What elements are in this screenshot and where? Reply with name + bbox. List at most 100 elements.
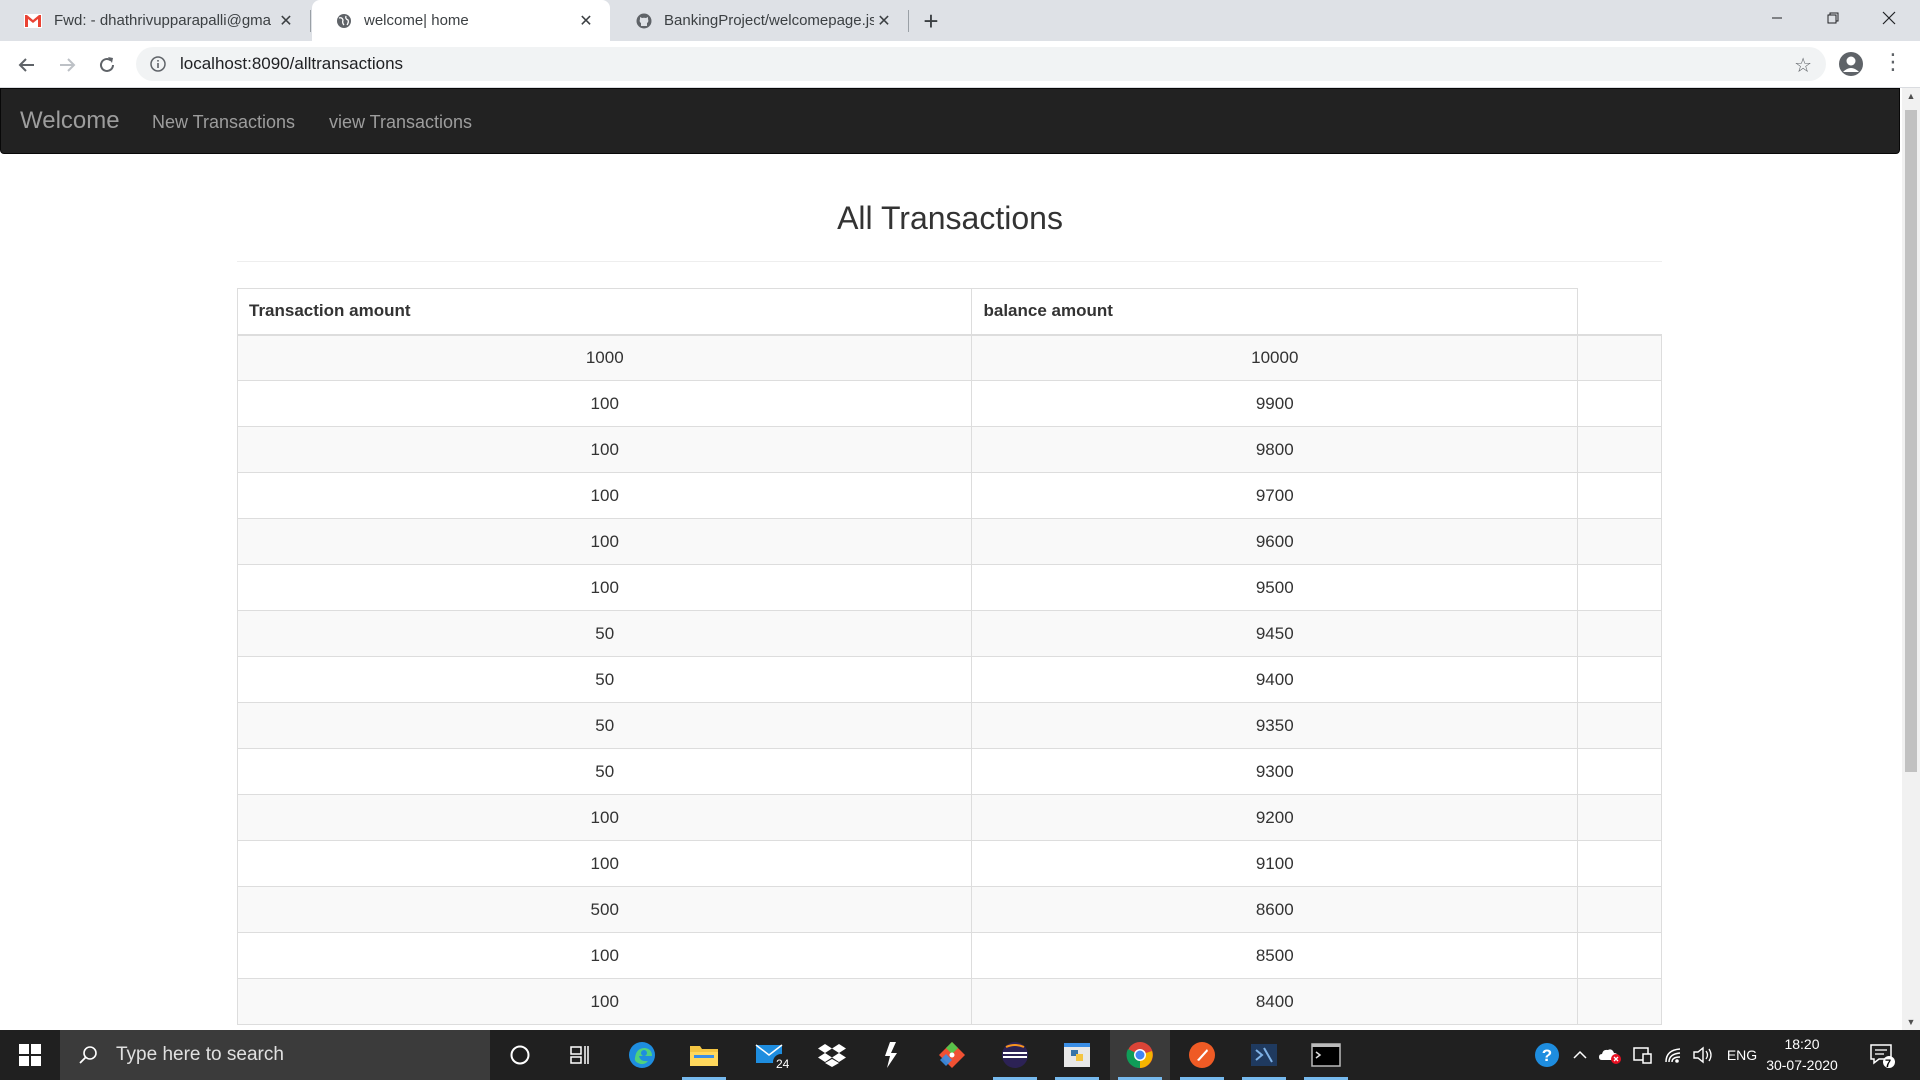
chevron-up-icon — [1573, 1050, 1587, 1059]
taskbar-clock[interactable]: 18:20 30-07-2020 — [1766, 1034, 1838, 1076]
edge-icon — [629, 1042, 655, 1068]
address-bar[interactable]: localhost:8090/alltransactions ☆ — [136, 47, 1826, 81]
close-window-button[interactable] — [1861, 0, 1917, 36]
taskbar-python[interactable] — [1047, 1030, 1107, 1080]
taskbar-postman[interactable] — [1172, 1030, 1232, 1080]
cell-transaction-amount: 100 — [236, 794, 973, 841]
cell-transaction-amount: 100 — [236, 978, 973, 1025]
cell-empty — [1577, 978, 1662, 1025]
tray-help[interactable]: ? — [1530, 1030, 1564, 1080]
tab-title: Fwd: - dhathrivupparapalli@gma — [54, 12, 271, 29]
taskbar-search-box[interactable]: Type here to search — [60, 1030, 490, 1080]
scrollbar-thumb[interactable] — [1905, 110, 1917, 772]
terminal-icon — [1311, 1043, 1341, 1067]
github-icon — [636, 13, 652, 28]
browser-toolbar: localhost:8090/alltransactions ☆ ⋮ — [0, 41, 1920, 88]
dropbox-icon — [818, 1044, 846, 1067]
windows-taskbar: Type here to search 24 ? ENG 18:20 30-07… — [0, 1030, 1920, 1080]
cell-empty — [1577, 472, 1662, 519]
back-button[interactable] — [11, 49, 43, 81]
reload-button[interactable] — [91, 49, 123, 81]
tray-language[interactable]: ENG — [1722, 1030, 1762, 1080]
cell-empty — [1577, 564, 1662, 611]
taskbar-dropbox[interactable] — [802, 1030, 862, 1080]
taskbar-terminal[interactable] — [1296, 1030, 1356, 1080]
tab-separator — [908, 10, 909, 32]
tray-volume[interactable] — [1688, 1030, 1718, 1080]
taskbar-edge[interactable] — [612, 1030, 672, 1080]
cell-transaction-amount: 100 — [236, 380, 973, 427]
show-hidden-icons-button[interactable] — [1568, 1030, 1592, 1080]
cell-balance-amount: 9500 — [971, 564, 1579, 611]
profile-avatar-icon[interactable] — [1838, 51, 1864, 77]
heading-divider — [237, 261, 1662, 262]
minimize-button[interactable] — [1749, 0, 1805, 36]
taskbar-vscode[interactable] — [1234, 1030, 1294, 1080]
tray-device[interactable] — [1628, 1030, 1656, 1080]
search-placeholder: Type here to search — [116, 1044, 284, 1065]
cell-transaction-amount: 50 — [236, 702, 973, 749]
cell-empty — [1577, 886, 1662, 933]
close-tab-icon[interactable]: ✕ — [276, 11, 296, 31]
cortana-button[interactable] — [490, 1030, 550, 1080]
scroll-down-arrow-icon[interactable]: ▼ — [1902, 1014, 1920, 1030]
tab-welcome-home[interactable]: welcome| home ✕ — [312, 0, 610, 41]
eclipse-icon — [1002, 1042, 1028, 1068]
taskbar-app-bolt[interactable] — [862, 1030, 922, 1080]
tray-wifi[interactable] — [1660, 1030, 1688, 1080]
page-scrollbar[interactable]: ▲ ▼ — [1902, 88, 1920, 1030]
forward-button[interactable] — [51, 49, 83, 81]
tray-onedrive[interactable] — [1596, 1030, 1624, 1080]
close-tab-icon[interactable]: ✕ — [576, 11, 596, 31]
clock-date: 30-07-2020 — [1766, 1057, 1838, 1073]
start-button[interactable] — [0, 1030, 60, 1080]
taskbar-git[interactable] — [922, 1030, 982, 1080]
taskbar-file-explorer[interactable] — [674, 1030, 734, 1080]
column-header-empty — [1577, 288, 1662, 336]
tab-gmail[interactable]: Fwd: - dhathrivupparapalli@gma ✕ — [0, 0, 310, 41]
table-row: 100 9800 — [236, 426, 1662, 473]
cell-balance-amount: 9450 — [971, 610, 1579, 657]
nav-link-new-transactions[interactable]: New Transactions — [152, 112, 295, 133]
taskbar-mail[interactable]: 24 — [742, 1030, 802, 1080]
cell-transaction-amount: 100 — [236, 518, 973, 565]
restore-icon — [1827, 12, 1839, 24]
task-view-button[interactable] — [550, 1030, 610, 1080]
cell-transaction-amount: 100 — [236, 564, 973, 611]
taskbar-eclipse[interactable] — [985, 1030, 1045, 1080]
info-icon[interactable] — [150, 56, 166, 72]
svg-text:?: ? — [1542, 1046, 1552, 1065]
cell-transaction-amount: 100 — [236, 932, 973, 979]
bookmark-star-icon[interactable]: ☆ — [1794, 53, 1812, 78]
cell-empty — [1577, 932, 1662, 979]
navbar-brand[interactable]: Welcome — [20, 107, 120, 135]
tab-separator — [310, 10, 311, 32]
cell-balance-amount: 8400 — [971, 978, 1579, 1025]
folder-icon — [690, 1046, 718, 1066]
cell-balance-amount: 9800 — [971, 426, 1579, 473]
new-tab-button[interactable]: + — [916, 6, 946, 36]
cell-empty — [1577, 426, 1662, 473]
tab-title: BankingProject/welcomepage.jsp — [664, 12, 874, 29]
table-row: 100 9100 — [236, 840, 1662, 887]
nav-link-view-transactions[interactable]: view Transactions — [329, 112, 472, 133]
cell-transaction-amount: 100 — [236, 472, 973, 519]
close-tab-icon[interactable]: ✕ — [874, 11, 894, 31]
cell-transaction-amount: 1000 — [236, 334, 973, 381]
device-icon — [1633, 1047, 1652, 1064]
restore-button[interactable] — [1805, 0, 1861, 36]
scroll-up-arrow-icon[interactable]: ▲ — [1902, 88, 1920, 104]
cell-balance-amount: 9400 — [971, 656, 1579, 703]
taskbar-chrome[interactable] — [1110, 1030, 1170, 1080]
tab-github[interactable]: BankingProject/welcomepage.jsp ✕ — [612, 0, 908, 41]
action-center-button[interactable]: 7 — [1862, 1030, 1902, 1080]
cell-empty — [1577, 334, 1662, 381]
table-row: 1000 10000 — [236, 334, 1662, 381]
table-row: 100 9700 — [236, 472, 1662, 519]
clock-time: 18:20 — [1784, 1036, 1820, 1052]
tab-title: welcome| home — [364, 12, 469, 29]
cell-transaction-amount: 50 — [236, 656, 973, 703]
browser-tab-strip: Fwd: - dhathrivupparapalli@gma ✕ welcome… — [0, 0, 1920, 41]
browser-menu-icon[interactable]: ⋮ — [1882, 49, 1904, 75]
cell-empty — [1577, 380, 1662, 427]
